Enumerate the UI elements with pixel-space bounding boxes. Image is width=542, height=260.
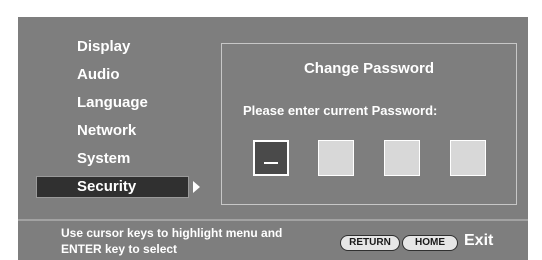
- password-digit-4[interactable]: [450, 140, 486, 176]
- help-text-line-1: Use cursor keys to highlight menu and: [61, 226, 283, 240]
- home-button[interactable]: HOME: [402, 235, 458, 251]
- panel-title: Change Password: [303, 60, 435, 77]
- password-digit-3[interactable]: [384, 140, 420, 176]
- menu-item-system[interactable]: System: [77, 149, 130, 169]
- text-cursor: [264, 162, 278, 164]
- menu-item-audio[interactable]: Audio: [77, 65, 120, 85]
- password-digit-1[interactable]: [253, 140, 289, 176]
- help-text: Use cursor keys to highlight menu and EN…: [61, 225, 282, 257]
- help-text-line-2: ENTER key to select: [61, 242, 178, 256]
- return-button[interactable]: RETURN: [340, 235, 400, 251]
- password-digit-2[interactable]: [318, 140, 354, 176]
- menu-item-display[interactable]: Display: [77, 37, 130, 57]
- footer-divider: [18, 219, 528, 221]
- exit-label: Exit: [464, 232, 494, 249]
- menu-item-language[interactable]: Language: [77, 93, 148, 113]
- menu-item-network[interactable]: Network: [77, 121, 136, 141]
- submenu-arrow-icon: [193, 181, 200, 193]
- menu-item-security[interactable]: Security: [77, 177, 136, 197]
- password-prompt: Please enter current Password:: [243, 103, 438, 118]
